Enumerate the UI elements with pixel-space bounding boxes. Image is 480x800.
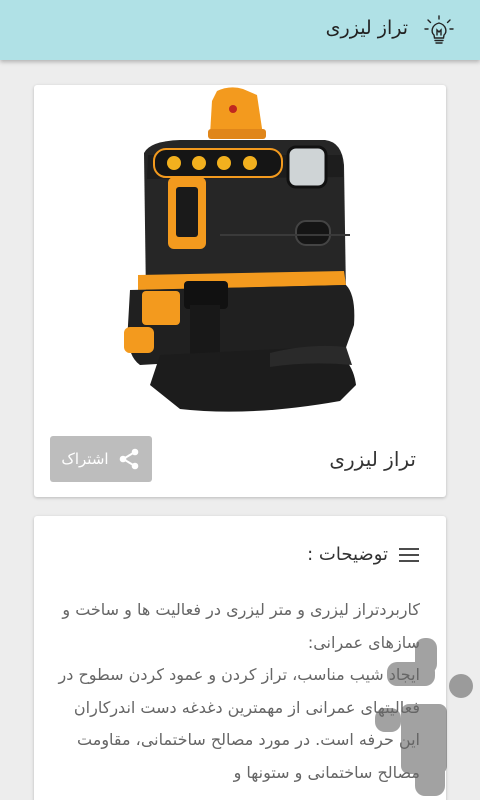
app-bar: تراز لیزری	[0, 0, 480, 60]
laser-level-device-image	[124, 87, 356, 412]
description-text: کاربردتراز لیزری و متر لیزری در فعالیت ه…	[58, 600, 420, 782]
menu-icon	[399, 547, 419, 562]
app-title: تراز لیزری	[325, 17, 408, 39]
share-button[interactable]: اشتراک	[50, 436, 152, 482]
description-card: توضیحات : کاربردتراز لیزری و متر لیزری د…	[34, 516, 446, 800]
product-title: تراز لیزری	[329, 447, 416, 471]
share-label: اشتراک	[61, 450, 109, 468]
description-header: توضیحات :	[307, 544, 420, 565]
share-icon	[119, 448, 138, 470]
lightbulb-icon	[424, 15, 454, 44]
description-title: توضیحات :	[307, 544, 388, 565]
product-card: اشتراک تراز لیزری	[34, 85, 446, 497]
